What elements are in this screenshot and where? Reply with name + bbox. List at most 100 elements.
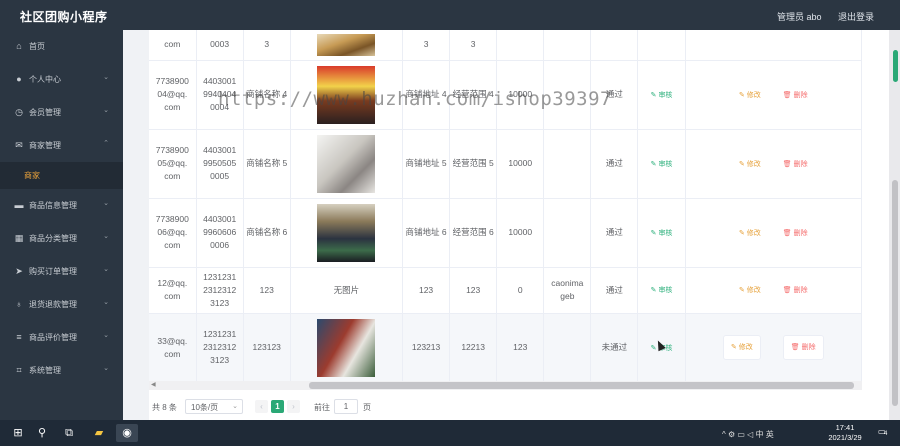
sidebar-item[interactable]: ▬ 商品信息管理 ⌄: [0, 189, 123, 222]
cell-email: 12@qq. com: [149, 267, 197, 314]
notification-count: 4: [884, 431, 888, 437]
clock-icon: ◷: [15, 107, 23, 117]
file-explorer-icon[interactable]: ▰: [88, 424, 110, 442]
audit-label: 审核: [658, 160, 673, 168]
delete-button[interactable]: 🗑 删除: [783, 92, 808, 99]
cell-amount: 10000: [496, 60, 545, 130]
sidebar-item-label: 商品评价管理: [29, 333, 77, 342]
audit-button[interactable]: ✎ 审核: [651, 230, 673, 237]
horizontal-scrollbar[interactable]: ◀: [149, 381, 862, 390]
cell-note: [543, 313, 592, 383]
audit-button[interactable]: ✎ 审核: [651, 161, 673, 168]
vertical-scroll-thumb[interactable]: [892, 180, 898, 406]
cell-shop-name: 商铺名称 4: [243, 60, 291, 130]
audit-button[interactable]: ✎ 审核: [651, 92, 673, 99]
cell-image: [290, 30, 404, 61]
sidebar-item[interactable]: ▦ 商品分类管理 ⌄: [0, 222, 123, 255]
chevron-icon: ⌄: [103, 266, 109, 273]
edit-label: 修改: [746, 160, 761, 168]
search-icon[interactable]: ⚲: [31, 424, 53, 442]
admin-user-label[interactable]: 管理员 abo: [777, 12, 822, 22]
logout-link[interactable]: 退出登录: [838, 12, 874, 22]
cell-shop-name: 商铺名称 6: [243, 198, 291, 268]
vertical-scrollbar[interactable]: [889, 30, 900, 420]
windows-start-icon[interactable]: ⊞: [7, 424, 29, 442]
submenu-item-merchant[interactable]: 商家: [0, 162, 123, 189]
delete-button[interactable]: 🗑 删除: [782, 335, 824, 360]
mail-icon: ✉: [15, 140, 23, 150]
sidebar-item[interactable]: ♁ 退货退款管理 ⌄: [0, 288, 123, 321]
prev-page-button[interactable]: ‹: [255, 400, 268, 413]
user-icon: ●: [16, 74, 22, 84]
chevron-icon: ⌄: [103, 332, 109, 339]
cell-email: 7738900 05@qq. com: [149, 129, 197, 199]
cell-image: [290, 198, 404, 268]
sidebar-item[interactable]: ➤ 购买订单管理 ⌄: [0, 255, 123, 288]
next-page-button[interactable]: ›: [287, 400, 300, 413]
sidebar-item[interactable]: ⌗ 系统管理 ⌄: [0, 354, 123, 387]
top-header: 社区团购小程序 管理员 abo 退出登录: [0, 0, 900, 30]
chevron-icon: ⌄: [103, 200, 109, 207]
page-size-select[interactable]: 10条/页 ⌄: [185, 399, 243, 414]
edit-button[interactable]: ✎ 修改: [739, 161, 761, 168]
cell-amount: 10000: [496, 129, 545, 199]
edit-label: 修改: [746, 229, 761, 237]
cell-phone: 0003: [196, 30, 244, 61]
cell-audit: [637, 30, 686, 61]
cell-address: 商铺地址 5: [402, 129, 451, 199]
cell-address: 123: [402, 267, 451, 314]
task-view-icon[interactable]: ⧉: [58, 424, 80, 442]
edit-button[interactable]: ✎ 修改: [739, 287, 761, 294]
delete-button[interactable]: 🗑 删除: [783, 287, 808, 294]
grid-icon: ▦: [14, 233, 24, 243]
scroll-left-icon[interactable]: ◀: [151, 381, 156, 388]
chevron-icon: ⌄: [103, 233, 109, 240]
row-actions: ✎ 修改 🗑 删除: [688, 157, 859, 171]
row-actions: ✎ 修改 🗑 删除: [688, 283, 859, 297]
cell-status: [590, 30, 639, 61]
audit-button[interactable]: ✎ 审核: [651, 287, 673, 294]
sidebar-item[interactable]: ≡ 商品评价管理 ⌄: [0, 321, 123, 354]
table-row: 33@qq. com 1231231 2312312 3123 123123 1232…: [149, 313, 863, 383]
cell-actions: ✎ 修改 🗑 删除: [685, 129, 863, 199]
delete-button[interactable]: 🗑 删除: [783, 230, 808, 237]
horizontal-scroll-thumb[interactable]: [309, 382, 854, 389]
cell-scope: 3: [449, 30, 498, 61]
cell-note: [543, 60, 592, 130]
system-tray-icons[interactable]: ^ ⚙ ▭ ◁ 中 英: [722, 429, 774, 440]
shop-image: [317, 134, 376, 193]
edit-button[interactable]: ✎ 修改: [722, 335, 761, 360]
cell-amount: [496, 30, 545, 61]
edit-button[interactable]: ✎ 修改: [739, 92, 761, 99]
send-icon: ➤: [15, 266, 23, 276]
merchant-table: com 0003 3 3 3 7738900 04@qq. com 4403001 9940…: [149, 30, 863, 383]
submenu-item-label: 商家: [24, 171, 40, 180]
delete-label: 删除: [793, 287, 808, 294]
sidebar-item[interactable]: ⌂ 首页: [0, 30, 123, 63]
sidebar-item[interactable]: ✉ 商家管理 ⌃: [0, 129, 123, 162]
cell-phone: 1231231 2312312 3123: [196, 267, 244, 314]
floating-side-tab[interactable]: [893, 50, 898, 82]
audit-label: 审核: [658, 229, 673, 237]
delete-button[interactable]: 🗑 删除: [783, 161, 808, 168]
cell-phone: 1231231 2312312 3123: [196, 313, 244, 383]
clock[interactable]: 17:41 2021/3/29: [820, 423, 870, 443]
chevron-icon: ⌄: [103, 107, 109, 114]
delete-label: 删除: [793, 160, 808, 168]
sidebar-item[interactable]: ◷ 会员管理 ⌄: [0, 96, 123, 129]
cell-shop-name: 商铺名称 5: [243, 129, 291, 199]
goto-page-input[interactable]: 1: [334, 399, 358, 414]
current-page-button[interactable]: 1: [271, 400, 284, 413]
cell-actions: ✎ 修改 🗑 删除: [685, 198, 863, 268]
sidebar-item[interactable]: ● 个人中心 ⌄: [0, 63, 123, 96]
cell-email: com: [149, 30, 197, 61]
sidebar: ⌂ 首页 ● 个人中心 ⌄ ◷ 会员管理 ⌄ ✉ 商家管理 ⌃ 商家 ▬ 商品信息管理 ⌄ ▦ 商品分类管理 ⌄ ➤…: [0, 30, 123, 420]
cell-image: 无图片: [290, 267, 404, 314]
delete-label: 删除: [793, 229, 808, 237]
cell-shop-name: 123123: [243, 313, 291, 383]
table-row: 7738900 06@qq. com 4403001 9960606 0006 商铺…: [149, 198, 863, 268]
clock-time: 17:41: [835, 423, 855, 432]
cell-shop-name: 3: [243, 30, 291, 61]
chrome-icon[interactable]: ◉: [116, 424, 138, 442]
edit-button[interactable]: ✎ 修改: [739, 230, 761, 237]
